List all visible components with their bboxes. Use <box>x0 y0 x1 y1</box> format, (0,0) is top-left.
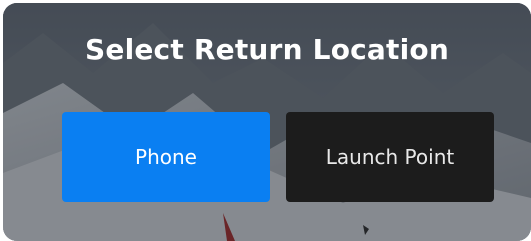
phone-button[interactable]: Phone <box>62 112 270 202</box>
dialog-title: Select Return Location <box>85 33 449 66</box>
select-return-location-dialog: Select Return Location Phone Launch Poin… <box>3 3 531 241</box>
phone-button-label: Phone <box>135 145 197 169</box>
launch-point-button[interactable]: Launch Point <box>286 112 494 202</box>
launch-point-button-label: Launch Point <box>325 145 455 169</box>
